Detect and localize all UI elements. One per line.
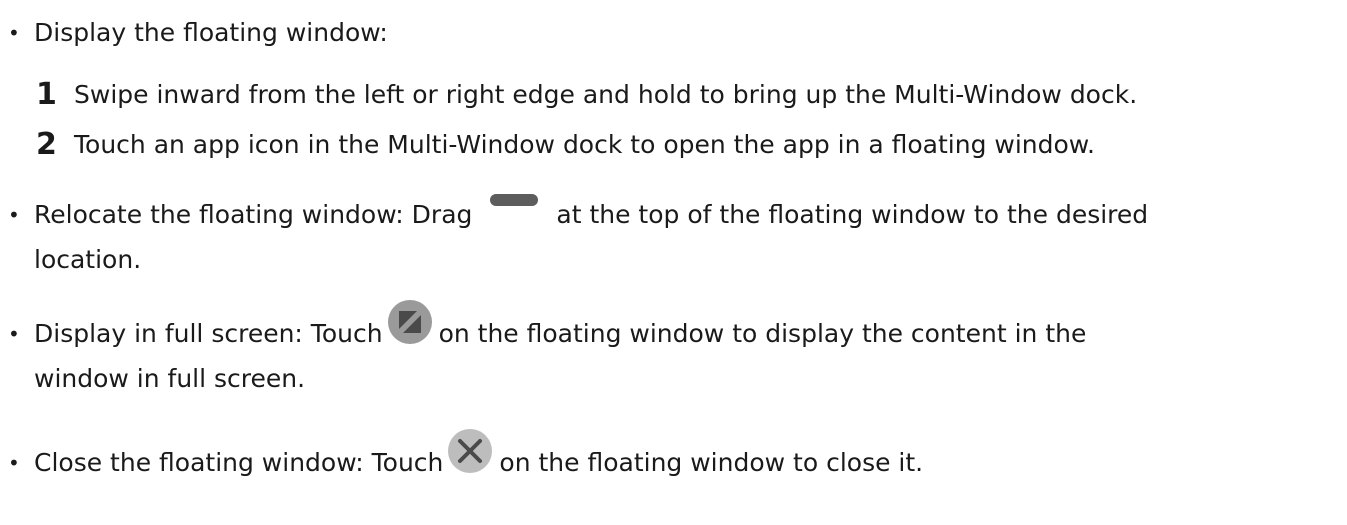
step-text: Swipe inward from the left or right edge… (74, 80, 1138, 109)
step-1: 1 Swipe inward from the left or right edg… (36, 76, 1346, 114)
close-text-after: on the floating window to close it. (499, 448, 924, 477)
bullet-dot: • (8, 322, 20, 346)
fullscreen-text-before: Display in full screen: Touch (34, 319, 383, 348)
fullscreen-icon (387, 300, 433, 353)
step-number: 2 (36, 127, 57, 162)
step-2: 2 Touch an app icon in the Multi-Window d… (36, 126, 1346, 164)
fullscreen-text-after: on the floating window to display the co… (438, 319, 1087, 348)
bullet-dot: • (8, 451, 20, 475)
step-number: 1 (36, 77, 57, 112)
bullet-text: Relocate the floating window: Drag at the… (34, 194, 1334, 279)
bullet-dot: • (8, 203, 20, 227)
step-text: Touch an app icon in the Multi-Window do… (74, 130, 1095, 159)
bullet-text: Close the floating window: Touch on the f… (34, 429, 1334, 482)
bullet-text: Display the floating window: (34, 18, 388, 47)
relocate-text-before: Relocate the floating window: Drag (34, 200, 473, 229)
relocate-text-after: at the top of the floating window to the… (556, 200, 1149, 229)
fullscreen-text-line2: window in full screen. (34, 364, 306, 393)
relocate-text-line2: location. (34, 245, 142, 274)
close-text-before: Close the floating window: Touch (34, 448, 444, 477)
bullet-dot: • (8, 21, 20, 45)
bullet-text: Display in full screen: Touch on the floa… (34, 300, 1334, 398)
close-icon (447, 429, 493, 482)
drag-handle-icon (472, 194, 556, 234)
document-page: • Display the floating window: 1 Swipe in… (0, 0, 1347, 525)
